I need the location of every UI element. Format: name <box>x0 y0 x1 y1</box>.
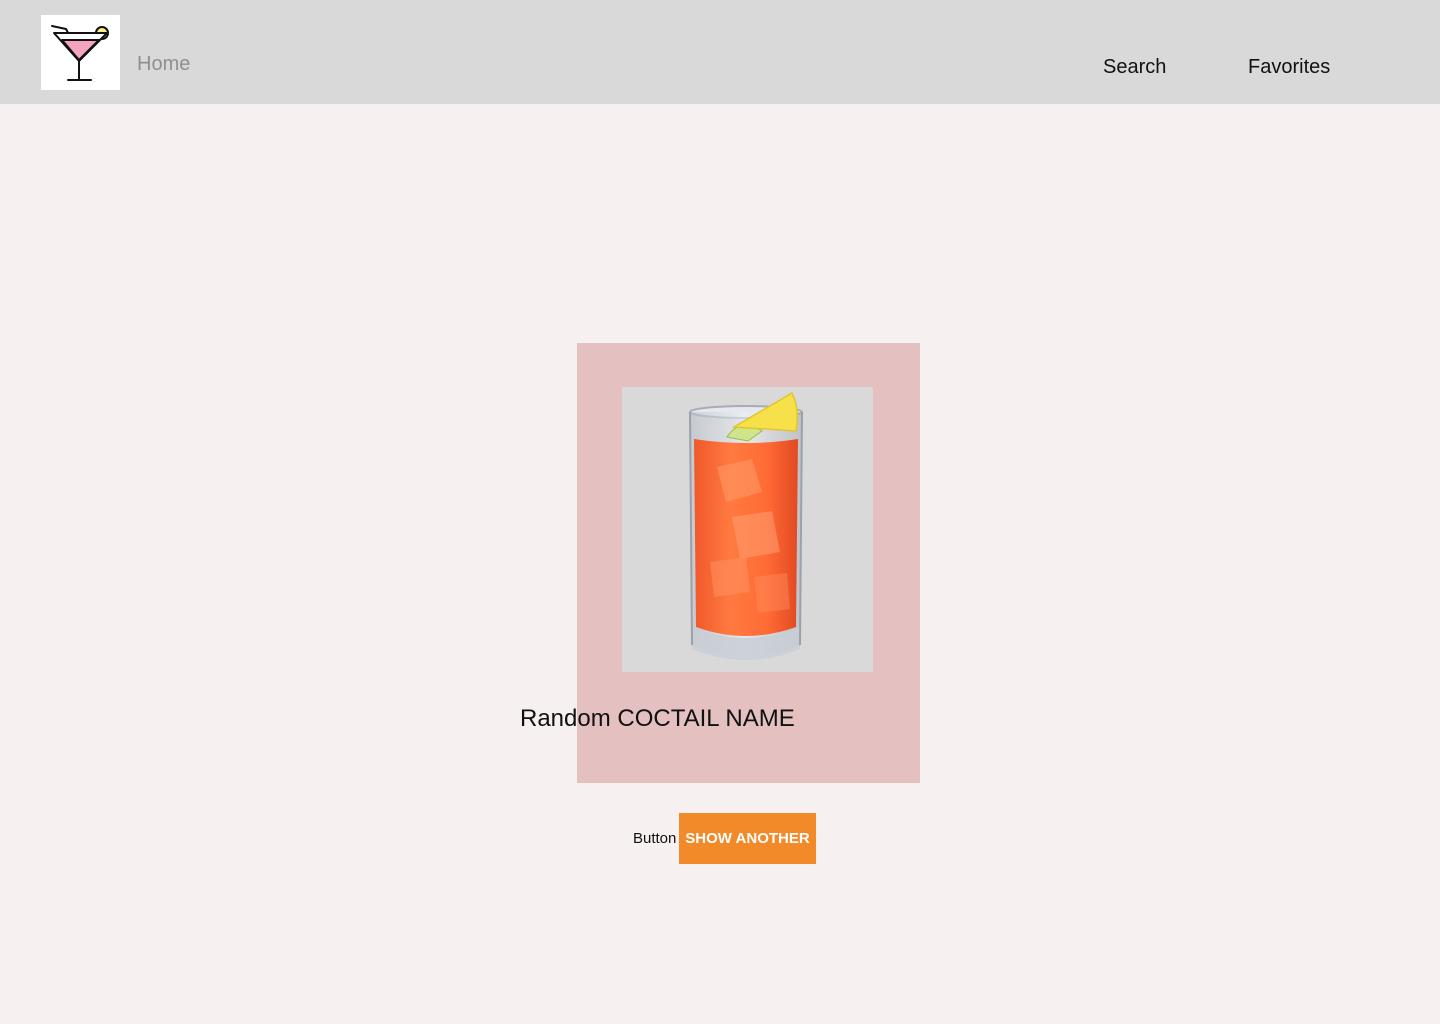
cocktail-glass-icon <box>51 25 109 81</box>
page: Home Search Favorites Random COCTAIL NAM… <box>0 0 1440 1024</box>
logo-link[interactable] <box>41 15 120 90</box>
cocktail-photo-illustration <box>689 391 803 660</box>
top-nav-bar: Home Search Favorites <box>0 0 1440 104</box>
nav-search-link[interactable]: Search <box>1103 55 1166 79</box>
cocktail-image <box>622 387 873 672</box>
nav-home-link[interactable]: Home <box>137 52 190 76</box>
nav-favorites-link[interactable]: Favorites <box>1248 55 1330 79</box>
button-caption-label: Button <box>633 830 677 847</box>
cocktail-name: Random COCTAIL NAME <box>520 705 795 732</box>
show-another-button[interactable]: SHOW ANOTHER <box>679 813 816 864</box>
